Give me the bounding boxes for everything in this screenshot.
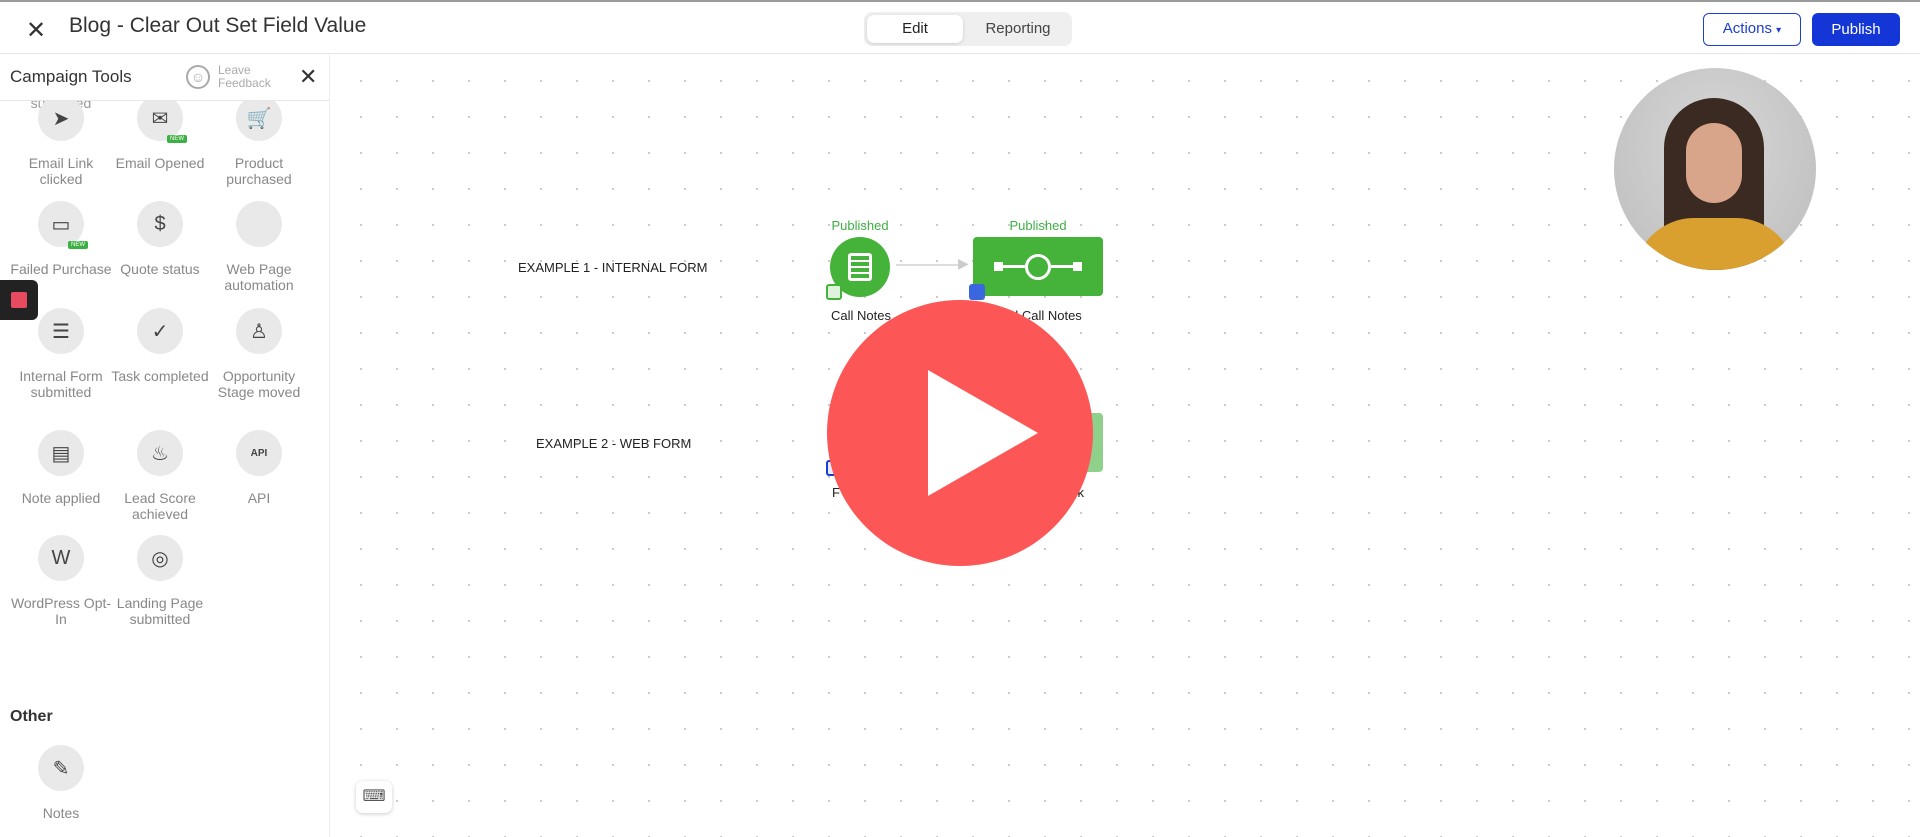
- example-2-label: EXAMPLE 2 - WEB FORM: [536, 436, 692, 451]
- envelope-open-icon: ✉ NEW: [137, 95, 187, 143]
- code-monitor-icon: [236, 201, 282, 247]
- publish-button[interactable]: Publish: [1812, 13, 1900, 46]
- contact-card-icon: ▤: [38, 430, 84, 476]
- check-circle-icon: ✓: [137, 308, 183, 354]
- panel-header: Campaign Tools ☺ Leave Feedback ✕: [0, 55, 329, 101]
- page-title: Blog - Clear Out Set Field Value: [69, 14, 367, 37]
- tool-label: Email Link clicked: [28, 155, 94, 187]
- tool-label: WordPress Opt-In: [10, 595, 112, 627]
- stop-recording-button[interactable]: [0, 280, 38, 320]
- new-badge: NEW: [68, 241, 88, 249]
- tool-label: Note applied: [21, 490, 101, 506]
- tool-item[interactable]: ▤ Note applied: [6, 430, 116, 506]
- tool-item[interactable]: ♙ Opportunity Stage moved: [204, 308, 314, 400]
- connector-arrow: [896, 264, 962, 266]
- tool-item[interactable]: ◎ Landing Page submitted: [105, 535, 215, 627]
- view-toggle: Edit Reporting: [864, 12, 1072, 46]
- form-badge-icon: [826, 284, 842, 300]
- tool-item[interactable]: 🛒 Product purchased: [204, 95, 314, 187]
- pencil-icon: ✎: [38, 745, 84, 791]
- tool-item[interactable]: ☰ Internal Form submitted: [6, 308, 116, 400]
- tool-item[interactable]: ➤ Email Link clicked: [6, 95, 116, 187]
- stage-icon: ♙: [236, 308, 282, 354]
- play-icon: [928, 370, 1038, 496]
- tool-label: Lead Score achieved: [124, 490, 196, 522]
- tab-reporting[interactable]: Reporting: [968, 15, 1068, 43]
- example-1-label: EXAMPLE 1 - INTERNAL FORM: [518, 260, 708, 275]
- webcam-video: [1614, 68, 1816, 270]
- tool-label: Opportunity Stage moved: [217, 368, 301, 400]
- other-heading: Other: [10, 708, 53, 725]
- node-status: Published: [831, 218, 889, 233]
- close-icon[interactable]: ✕: [26, 16, 46, 45]
- tool-item[interactable]: API API: [204, 430, 314, 506]
- tool-label: Product purchased: [226, 155, 292, 187]
- feedback-label: Leave Feedback: [218, 63, 271, 90]
- tool-item[interactable]: W WordPress Opt-In: [6, 535, 116, 627]
- stop-icon: [11, 292, 27, 308]
- tool-label: Landing Page submitted: [116, 595, 204, 627]
- new-badge: NEW: [167, 135, 187, 143]
- tool-label: Quote status: [120, 261, 200, 277]
- tool-item[interactable]: ▭ NEW Failed Purchase: [6, 201, 116, 277]
- form-icon: ☰: [38, 308, 84, 354]
- tool-item[interactable]: ✉ NEW Email Opened: [105, 95, 215, 171]
- dollar-icon: $: [137, 201, 183, 247]
- top-bar: ✕ Blog - Clear Out Set Field Value Edit …: [0, 0, 1920, 54]
- tool-label: Notes: [42, 805, 80, 821]
- tool-label: API: [247, 490, 271, 506]
- wordpress-icon: W: [38, 535, 84, 581]
- tool-item[interactable]: Web Page automation: [204, 201, 314, 293]
- tool-item[interactable]: $ Quote status: [105, 201, 215, 277]
- form-icon: [848, 253, 872, 281]
- cart-icon: 🛒: [236, 95, 282, 141]
- node-status: Published: [1009, 218, 1067, 233]
- tool-label: Internal Form submitted: [19, 368, 103, 400]
- play-video-button[interactable]: [827, 300, 1093, 566]
- arrow-head-icon: ▶: [958, 255, 969, 271]
- tool-notes[interactable]: ✎ Notes: [6, 745, 116, 821]
- tool-item[interactable]: ✓ Task completed: [105, 308, 215, 384]
- actions-button[interactable]: Actions ▾: [1703, 13, 1801, 46]
- node-label: Call Notes: [831, 308, 891, 323]
- tool-item[interactable]: ♨ Lead Score achieved: [105, 430, 215, 522]
- tool-label: Failed Purchase: [10, 261, 112, 277]
- tool-label: Task completed: [111, 368, 209, 384]
- smiley-icon: ☺: [186, 65, 210, 89]
- flame-icon: ♨: [137, 430, 183, 476]
- panel-title: Campaign Tools: [10, 67, 132, 86]
- wait-timer-node[interactable]: [973, 237, 1103, 296]
- timer-icon: [994, 253, 1082, 280]
- cursor-icon: ➤: [38, 95, 84, 141]
- leave-feedback-button[interactable]: ☺ Leave Feedback: [186, 64, 282, 90]
- close-panel-icon[interactable]: ✕: [299, 64, 317, 90]
- tool-label: Email Opened: [115, 155, 205, 171]
- api-icon: API: [236, 430, 282, 476]
- tab-edit[interactable]: Edit: [867, 15, 963, 43]
- chevron-down-icon: ▾: [1776, 25, 1782, 36]
- tool-label: Web Page automation: [224, 261, 294, 293]
- keyboard-icon: ⌨: [362, 788, 386, 805]
- flag-icon: [969, 284, 985, 300]
- campaign-tools-panel: Campaign Tools ☺ Leave Feedback ✕ submit…: [0, 55, 330, 837]
- landing-page-icon: ◎: [137, 535, 183, 581]
- failed-card-icon: ▭ NEW: [38, 201, 88, 249]
- keyboard-shortcuts-button[interactable]: ⌨: [356, 781, 392, 813]
- actions-label: Actions: [1722, 20, 1772, 37]
